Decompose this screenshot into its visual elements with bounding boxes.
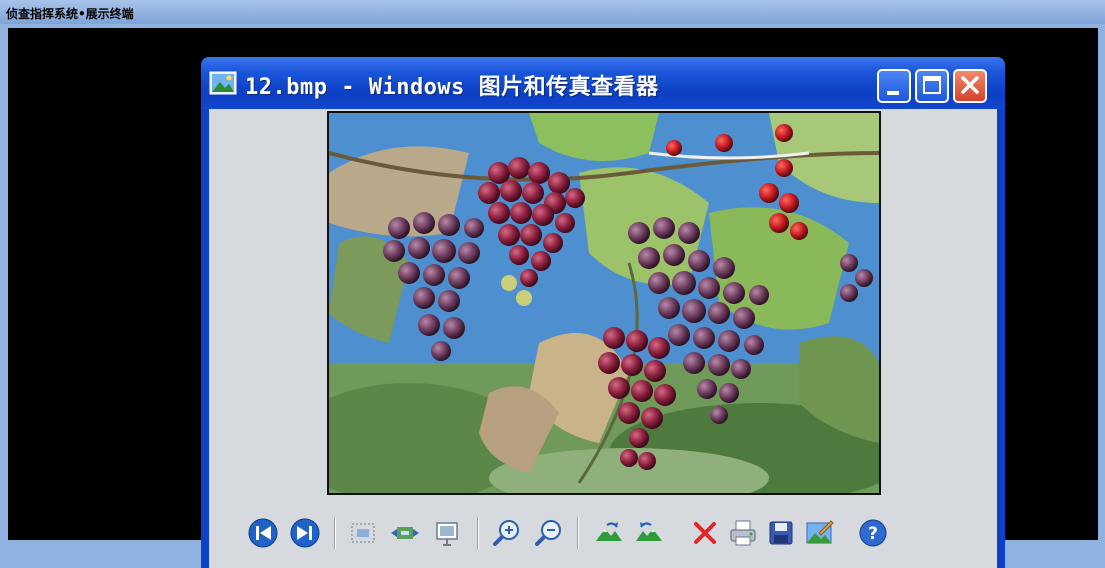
minimize-icon	[887, 91, 899, 95]
viewer-toolbar: ?	[209, 509, 997, 559]
minimize-button[interactable]	[877, 69, 911, 103]
window-title: 12.bmp - Windows 图片和传真查看器	[245, 75, 659, 100]
help-icon[interactable]: ?	[857, 517, 889, 549]
previous-icon[interactable]	[247, 517, 279, 549]
save-icon[interactable]	[765, 517, 797, 549]
viewer-client-area: ?	[209, 109, 997, 568]
display-screen: 12.bmp - Windows 图片和传真查看器 ?	[8, 28, 1098, 568]
delete-icon[interactable]	[689, 517, 721, 549]
photo-image	[329, 113, 879, 493]
toolbar-separator	[577, 517, 579, 549]
system-header: 侦查指挥系统•展示终端	[0, 0, 1105, 24]
toolbar-separator	[477, 517, 479, 549]
svg-text:?: ?	[868, 524, 878, 544]
window-titlebar[interactable]: 12.bmp - Windows 图片和传真查看器	[201, 57, 1005, 109]
rotate-ccw-icon[interactable]	[633, 517, 665, 549]
close-icon	[961, 76, 979, 94]
picture-app-icon	[209, 71, 237, 95]
best-fit-icon[interactable]	[347, 517, 379, 549]
system-title: 侦查指挥系统•展示终端	[6, 7, 134, 21]
zoom-in-icon[interactable]	[491, 517, 523, 549]
next-icon[interactable]	[289, 517, 321, 549]
toolbar-separator	[334, 517, 336, 549]
close-button[interactable]	[953, 69, 987, 103]
picture-viewer-window: 12.bmp - Windows 图片和传真查看器 ?	[201, 57, 1005, 568]
maximize-button[interactable]	[915, 69, 949, 103]
zoom-out-icon[interactable]	[533, 517, 565, 549]
print-icon[interactable]	[727, 517, 759, 549]
slideshow-icon[interactable]	[431, 517, 463, 549]
rotate-cw-icon[interactable]	[593, 517, 625, 549]
actual-size-icon[interactable]	[389, 517, 421, 549]
maximize-icon	[923, 76, 941, 94]
grape-photo	[327, 111, 881, 495]
edit-icon[interactable]	[803, 517, 835, 549]
